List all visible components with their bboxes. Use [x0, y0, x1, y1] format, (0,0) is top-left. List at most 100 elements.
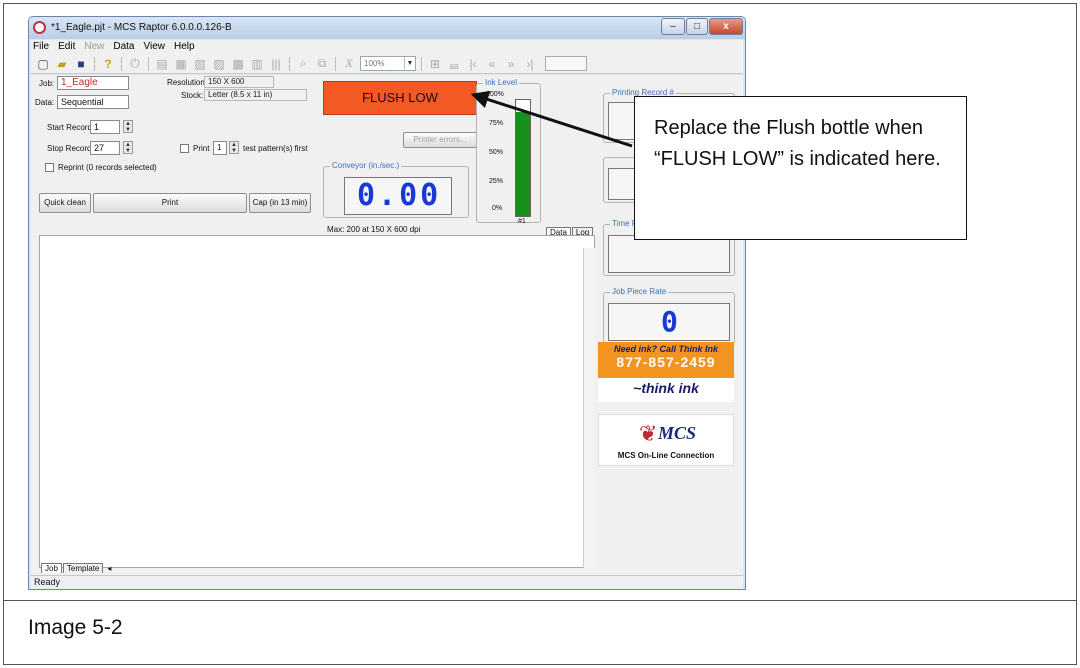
first-record-icon[interactable]: |‹: [465, 56, 481, 72]
cap-button[interactable]: Cap (in 13 min): [249, 193, 311, 213]
toolbar-separator: [121, 56, 122, 71]
record-number-box[interactable]: [545, 56, 587, 71]
start-record-field[interactable]: 1: [90, 120, 120, 134]
toolbar-separator: [289, 56, 290, 71]
toolbar-separator: [335, 56, 336, 71]
ink-cartridge-label: #1: [518, 218, 526, 225]
maximize-button[interactable]: □: [686, 18, 708, 35]
image-icon[interactable]: ▦: [173, 56, 189, 72]
time-remaining-display: [608, 235, 730, 273]
conveyor-label: Conveyor (in./sec.): [330, 161, 402, 170]
think-ink-banner: Need ink? Call Think Ink 877-857-2459: [598, 342, 734, 378]
job-name-field[interactable]: 1_Eagle: [57, 76, 129, 90]
quick-clean-button[interactable]: Quick clean: [39, 193, 91, 213]
ink-tick-100: 100%: [486, 91, 504, 98]
resolution-field: 150 X 600: [204, 76, 274, 88]
think-ink-advertisement[interactable]: Need ink? Call Think Ink 877-857-2459 ~t…: [598, 342, 734, 402]
menu-view[interactable]: View: [144, 40, 166, 54]
open-folder-icon[interactable]: ▰: [54, 56, 70, 72]
ink-level-fill: [516, 111, 530, 216]
job-label: Job:: [39, 79, 55, 88]
data-source-field[interactable]: Sequential: [57, 95, 129, 109]
last-record-icon[interactable]: ›|: [522, 56, 538, 72]
think-ink-logo: ~think ink: [633, 380, 699, 396]
figure-frame: *1_Eagle.pjt - MCS Raptor 6.0.0.0.126-B …: [3, 3, 1077, 665]
grid-icon[interactable]: ⊞: [427, 56, 443, 72]
close-button[interactable]: x: [709, 18, 743, 35]
think-ink-phone: 877-857-2459: [616, 354, 716, 370]
test-pattern-label: test pattern(s) first: [243, 144, 308, 153]
vertical-scrollbar[interactable]: [583, 248, 595, 568]
mcs-online-caption: MCS On-Line Connection: [617, 451, 715, 460]
job-piece-rate-group: Job Piece Rate 0: [603, 287, 735, 344]
data-label: Data:: [35, 98, 55, 107]
graphic-icon[interactable]: ▩: [230, 56, 246, 72]
menu-file[interactable]: File: [33, 40, 49, 54]
title-bar: *1_Eagle.pjt - MCS Raptor 6.0.0.0.126-B …: [29, 17, 745, 39]
window-title: *1_Eagle.pjt - MCS Raptor 6.0.0.0.126-B: [51, 22, 232, 33]
start-record-label: Start Record:: [47, 123, 95, 132]
reprint-label: Reprint (0 records selected): [58, 163, 157, 172]
status-bar: Ready: [31, 575, 743, 589]
stop-record-field[interactable]: 27: [90, 141, 120, 155]
job-piece-rate-display: 0: [608, 303, 730, 341]
toolbar: ▢ ▰ ■ ? ⏻ ▤ ▦ ▧ ▨ ▩ ▥ ||| ⌕ ⧉ X 100% ▼ ⊞ …: [31, 54, 743, 74]
toolbar-separator: [421, 56, 422, 71]
mcs-logo: MCS: [657, 423, 697, 443]
tab-template[interactable]: Template: [62, 563, 104, 573]
reprint-checkbox[interactable]: [45, 163, 54, 172]
conveyor-speed-value: 0.00: [357, 178, 442, 213]
app-icon: [33, 21, 46, 34]
new-file-icon[interactable]: ▢: [35, 56, 51, 72]
zoom-select[interactable]: 100% ▼: [360, 56, 416, 71]
next-record-icon[interactable]: »: [503, 56, 519, 72]
test-pattern-checkbox[interactable]: [180, 144, 189, 153]
previous-record-icon[interactable]: «: [484, 56, 500, 72]
ink-level-group: Ink Level: [476, 78, 541, 223]
menu-new[interactable]: New: [84, 40, 104, 54]
zoom-value: 100%: [364, 59, 385, 68]
chevron-down-icon: ▼: [404, 57, 415, 70]
italic-x-icon[interactable]: X: [341, 56, 357, 72]
job-piece-rate-label: Job Piece Rate: [610, 287, 669, 296]
scroll-left-icon[interactable]: ◂: [107, 564, 111, 573]
find-icon[interactable]: ₐₐ: [446, 56, 462, 72]
callout-box: Replace the Flush bottle when “FLUSH LOW…: [634, 96, 967, 240]
help-icon[interactable]: ?: [100, 56, 116, 72]
menu-edit[interactable]: Edit: [58, 40, 75, 54]
stock-label: Stock:: [181, 91, 204, 100]
picture-icon[interactable]: ▨: [211, 56, 227, 72]
test-pattern-stepper[interactable]: ▲ ▼: [229, 141, 239, 154]
max-speed-label: Max: 200 at 150 X 600 dpi: [327, 225, 421, 234]
ink-level-bar: [515, 99, 531, 217]
status-text: Ready: [34, 577, 61, 587]
conveyor-display: 0.00: [344, 177, 452, 215]
menu-data[interactable]: Data: [113, 40, 134, 54]
printer-errors-button[interactable]: Printer errors...: [403, 132, 477, 148]
mcs-online-link[interactable]: ❦ MCS MCS On-Line Connection: [598, 414, 734, 466]
menu-help[interactable]: Help: [174, 40, 195, 54]
print-button[interactable]: Print: [93, 193, 247, 213]
test-pattern-count-field[interactable]: 1: [213, 141, 227, 155]
chart-icon[interactable]: ▥: [249, 56, 265, 72]
save-icon[interactable]: ■: [73, 56, 89, 72]
job-piece-rate-value: 0: [661, 305, 681, 338]
zoom-icon[interactable]: ⌕: [295, 56, 311, 72]
tab-job[interactable]: Job: [41, 563, 62, 573]
print-label: Print: [193, 144, 210, 153]
job-preview-pane[interactable]: [39, 235, 595, 568]
barcode-icon[interactable]: |||: [268, 56, 284, 72]
menu-bar: File Edit New Data View Help: [31, 40, 743, 54]
resolution-label: Resolution:: [167, 78, 208, 87]
conveyor-group: Conveyor (in./sec.) 0.00: [323, 161, 469, 218]
toolbar-separator: [148, 56, 149, 71]
power-icon[interactable]: ⏻: [127, 56, 143, 72]
start-record-stepper[interactable]: ▲ ▼: [123, 120, 133, 133]
document-icon[interactable]: ▤: [154, 56, 170, 72]
layout-icon[interactable]: ▧: [192, 56, 208, 72]
minimize-button[interactable]: –: [661, 18, 685, 35]
stop-record-stepper[interactable]: ▲ ▼: [123, 141, 133, 154]
copy-icon[interactable]: ⧉: [314, 56, 330, 72]
toolbar-separator: [94, 56, 95, 71]
stock-field: Letter (8.5 x 11 in): [204, 89, 307, 101]
